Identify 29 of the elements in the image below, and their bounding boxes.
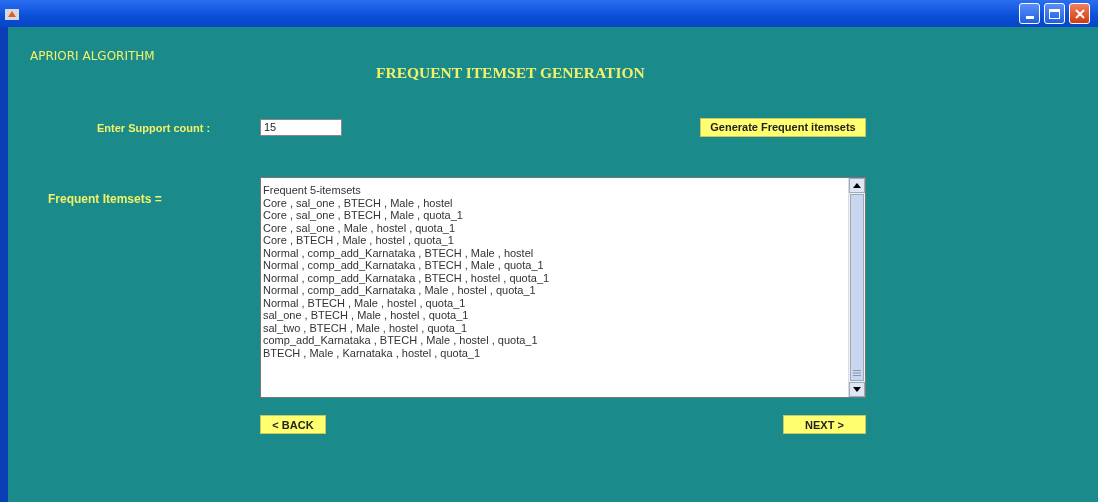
support-count-label: Enter Support count : — [97, 122, 211, 135]
itemsets-label: Frequent Itemsets = — [48, 192, 162, 207]
itemset-line: comp_add_Karnataka , BTECH , Male , hostel , quota_1 — [263, 334, 538, 347]
itemset-line: sal_two , BTECH , Male , hostel , quota_1 — [263, 321, 468, 334]
itemset-line: Normal , comp_add_Karnataka , BTECH , hostel , quota_1 — [263, 271, 550, 284]
itemset-line: Normal , comp_add_Karnataka , BTECH , Male , hostel — [263, 246, 534, 259]
support-count-field[interactable]: 15 — [260, 118, 342, 136]
minimize-button[interactable] — [1019, 3, 1040, 24]
itemset-line: BTECH , Male , Karnataka , hostel , quota_1 — [263, 346, 481, 359]
itemset-line: Core , BTECH , Male , hostel , quota_1 — [263, 234, 454, 247]
itemset-line: Normal , comp_add_Karnataka , Male , hostel , quota_1 — [263, 284, 536, 297]
itemset-line: Core , sal_one , Male , hostel , quota_1 — [263, 221, 455, 234]
itemset-line: Core , sal_one , BTECH , Male , hostel — [263, 196, 453, 209]
back-button[interactable]: < BACK — [260, 415, 326, 435]
scrollbar[interactable] — [848, 178, 865, 398]
itemset-line: sal_one , BTECH , Male , hostel , quota_1 — [263, 309, 469, 322]
scroll-down-icon[interactable] — [853, 387, 861, 393]
generate-button[interactable]: Generate Frequent itemsets — [700, 117, 866, 137]
itemset-line: Normal , comp_add_Karnataka , BTECH , Male , quota_1 — [263, 259, 544, 272]
page-heading: FREQUENT ITEMSET GENERATION — [376, 64, 645, 81]
grip-icon — [853, 370, 861, 377]
itemset-line: Core , sal_one , BTECH , Male , quota_1 — [263, 209, 463, 222]
next-button[interactable]: NEXT > — [783, 415, 866, 435]
app-title: APRIORI ALGORITHM — [30, 49, 155, 63]
scroll-up-icon[interactable] — [853, 183, 861, 189]
itemset-line: Frequent 5-itemsets — [263, 184, 361, 197]
itemset-line: Normal , BTECH , Male , hostel , quota_1 — [263, 296, 466, 309]
scroll-thumb[interactable] — [850, 194, 864, 382]
maximize-button[interactable] — [1044, 3, 1065, 24]
